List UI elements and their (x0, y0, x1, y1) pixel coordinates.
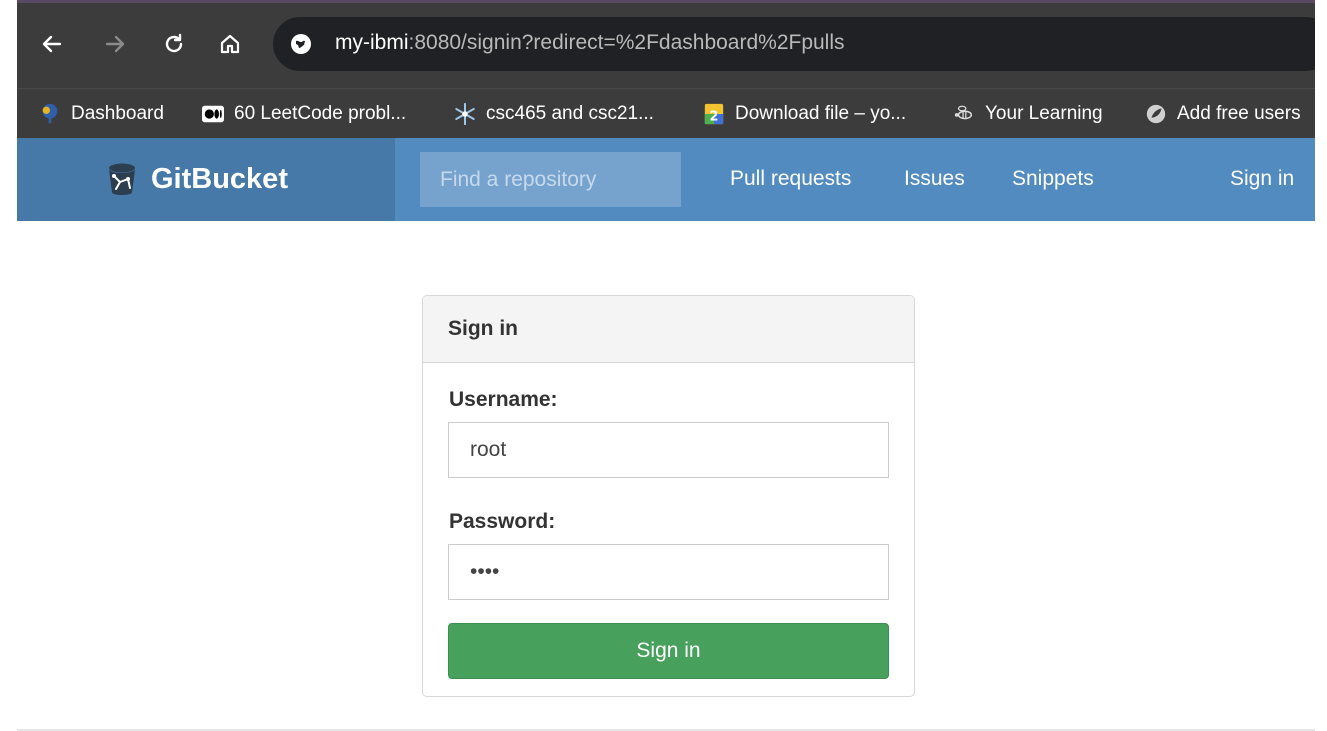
bookmark-label: Dashboard (71, 103, 164, 124)
browser-toolbar: my-ibmi:8080/signin?redirect=%2Fdashboar… (17, 0, 1315, 88)
brand-link[interactable]: GitBucket (107, 162, 288, 196)
bookmark-label: Add free users (1177, 103, 1301, 124)
bookmark-leetcode[interactable]: 60 LeetCode probl... (202, 99, 406, 129)
bookmark-label: Your Learning (985, 103, 1103, 124)
url-text[interactable]: my-ibmi:8080/signin?redirect=%2Fdashboar… (335, 31, 845, 55)
window-top-edge (17, 0, 1315, 3)
forward-button[interactable] (100, 29, 130, 59)
username-label: Username: (449, 388, 558, 411)
tree-icon (42, 103, 58, 124)
brand-area: GitBucket (17, 138, 395, 221)
home-icon (220, 34, 240, 54)
arrow-left-icon (42, 35, 62, 53)
nav-issues[interactable]: Issues (904, 167, 965, 191)
bookmark-download[interactable]: 2 Download file – yo... (703, 99, 906, 129)
password-field[interactable] (448, 544, 889, 600)
medium-icon (202, 105, 224, 123)
number-2-icon: 2 (704, 103, 724, 124)
reload-button[interactable] (159, 29, 189, 59)
gitbucket-navbar: GitBucket Pull requests Issues Snippets … (17, 138, 1315, 221)
signin-title: Sign in (448, 317, 518, 340)
svg-text:2: 2 (710, 109, 719, 124)
bookmark-label: 60 LeetCode probl... (234, 103, 407, 124)
bookmark-dashboard[interactable]: Dashboard (39, 99, 164, 129)
bookmark-csc465[interactable]: csc465 and csc21... (454, 99, 654, 129)
signin-button[interactable]: Sign in (448, 623, 889, 679)
reload-icon (165, 33, 183, 53)
nav-snippets[interactable]: Snippets (1012, 167, 1094, 191)
bookmarks-bar: Dashboard 60 LeetCode probl... csc465 an… (17, 88, 1315, 138)
brand-name: GitBucket (151, 162, 288, 195)
bookmark-label: Download file – yo... (735, 103, 907, 124)
nav-sign-in[interactable]: Sign in (1230, 167, 1294, 191)
username-field[interactable] (448, 422, 889, 478)
repository-search-input[interactable] (420, 152, 681, 207)
bookmark-label: csc465 and csc21... (486, 103, 654, 124)
address-bar[interactable]: my-ibmi:8080/signin?redirect=%2Fdashboar… (273, 17, 1315, 71)
signin-panel: Sign in Username: Password: Sign in (422, 295, 915, 697)
leaf-icon (1146, 104, 1166, 124)
nav-pull-requests[interactable]: Pull requests (730, 167, 851, 191)
bookmark-add-users[interactable]: Add free users (1145, 99, 1301, 129)
arrow-right-icon (105, 35, 125, 53)
home-button[interactable] (215, 29, 245, 59)
snowflake-icon (455, 103, 475, 125)
site-info-icon[interactable] (289, 32, 313, 56)
back-button[interactable] (37, 29, 67, 59)
url-path: :8080/signin?redirect=%2Fdashboard%2Fpul… (408, 31, 845, 54)
password-label: Password: (449, 510, 556, 533)
bookmark-learning[interactable]: Your Learning (953, 99, 1103, 129)
url-host: my-ibmi (335, 31, 409, 54)
browser-window: my-ibmi:8080/signin?redirect=%2Fdashboar… (17, 0, 1315, 731)
signin-panel-header: Sign in (423, 296, 914, 363)
bee-icon (954, 105, 973, 120)
bucket-logo-icon (109, 163, 135, 195)
